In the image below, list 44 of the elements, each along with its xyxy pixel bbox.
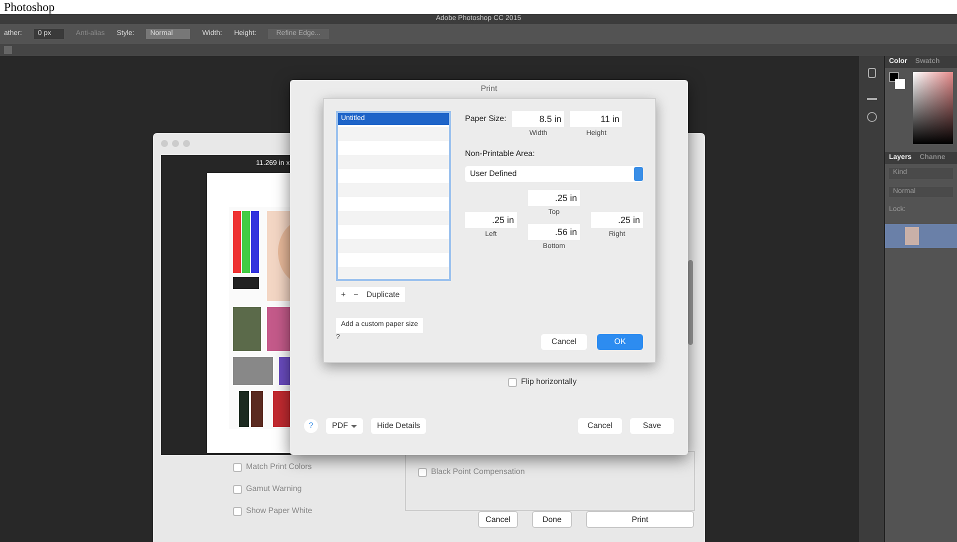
pdf-button[interactable]: PDF [326,418,363,434]
number-field[interactable]: 11 in [570,111,622,127]
caret-icon [351,424,357,428]
list-button[interactable]: − [354,288,358,300]
number-field[interactable]: .25 in [528,190,580,206]
sheet-title: Print [480,83,498,95]
dialog-button[interactable]: Done [532,511,572,528]
scrollbar[interactable] [688,260,693,345]
page-heading: Photoshop [4,0,55,14]
list-button[interactable]: + [341,288,346,300]
shapes-icon[interactable] [866,112,876,122]
option-label: Match Print Colors [246,461,312,473]
non-printable-label: Non-Printable Area: [465,148,536,160]
hide-details-button[interactable]: Hide Details [371,418,426,434]
sheet-button[interactable]: Save [630,418,674,434]
number-field[interactable]: .25 in [591,212,643,228]
number-field[interactable]: .25 in [465,212,517,228]
dialog-button[interactable]: Print [586,511,694,528]
layer-thumbnail [905,226,919,244]
close-icon[interactable] [161,140,168,146]
color-field[interactable] [913,72,953,144]
option-label: Gamut Warning [246,483,302,495]
option-label: Black Point Compensation [431,466,525,478]
checkbox[interactable] [233,506,242,516]
checkbox[interactable] [508,378,517,386]
paper-size-label: Paper Size: [465,113,506,125]
zoom-icon[interactable] [183,140,190,146]
stepper-icon [634,166,643,180]
area-select[interactable]: User Defined [465,166,643,182]
number-field[interactable]: .56 in [528,224,580,240]
flip-label: Flip horizontally [521,376,577,388]
sheet-button[interactable]: Cancel [578,418,622,434]
option-label: Show Paper White [246,505,312,517]
checkbox[interactable] [233,484,242,494]
checkbox[interactable] [418,468,427,476]
number-field[interactable]: 8.5 in [512,111,564,127]
document-tab[interactable] [4,46,12,54]
minimize-icon[interactable] [172,140,179,146]
color-swatch-icon[interactable] [889,72,905,90]
layer-row[interactable] [885,224,957,248]
list-button[interactable]: Duplicate [366,288,400,300]
checkbox[interactable] [233,462,242,472]
sheet-button[interactable]: Cancel [541,334,587,350]
dialog-button[interactable]: Cancel [478,511,518,528]
